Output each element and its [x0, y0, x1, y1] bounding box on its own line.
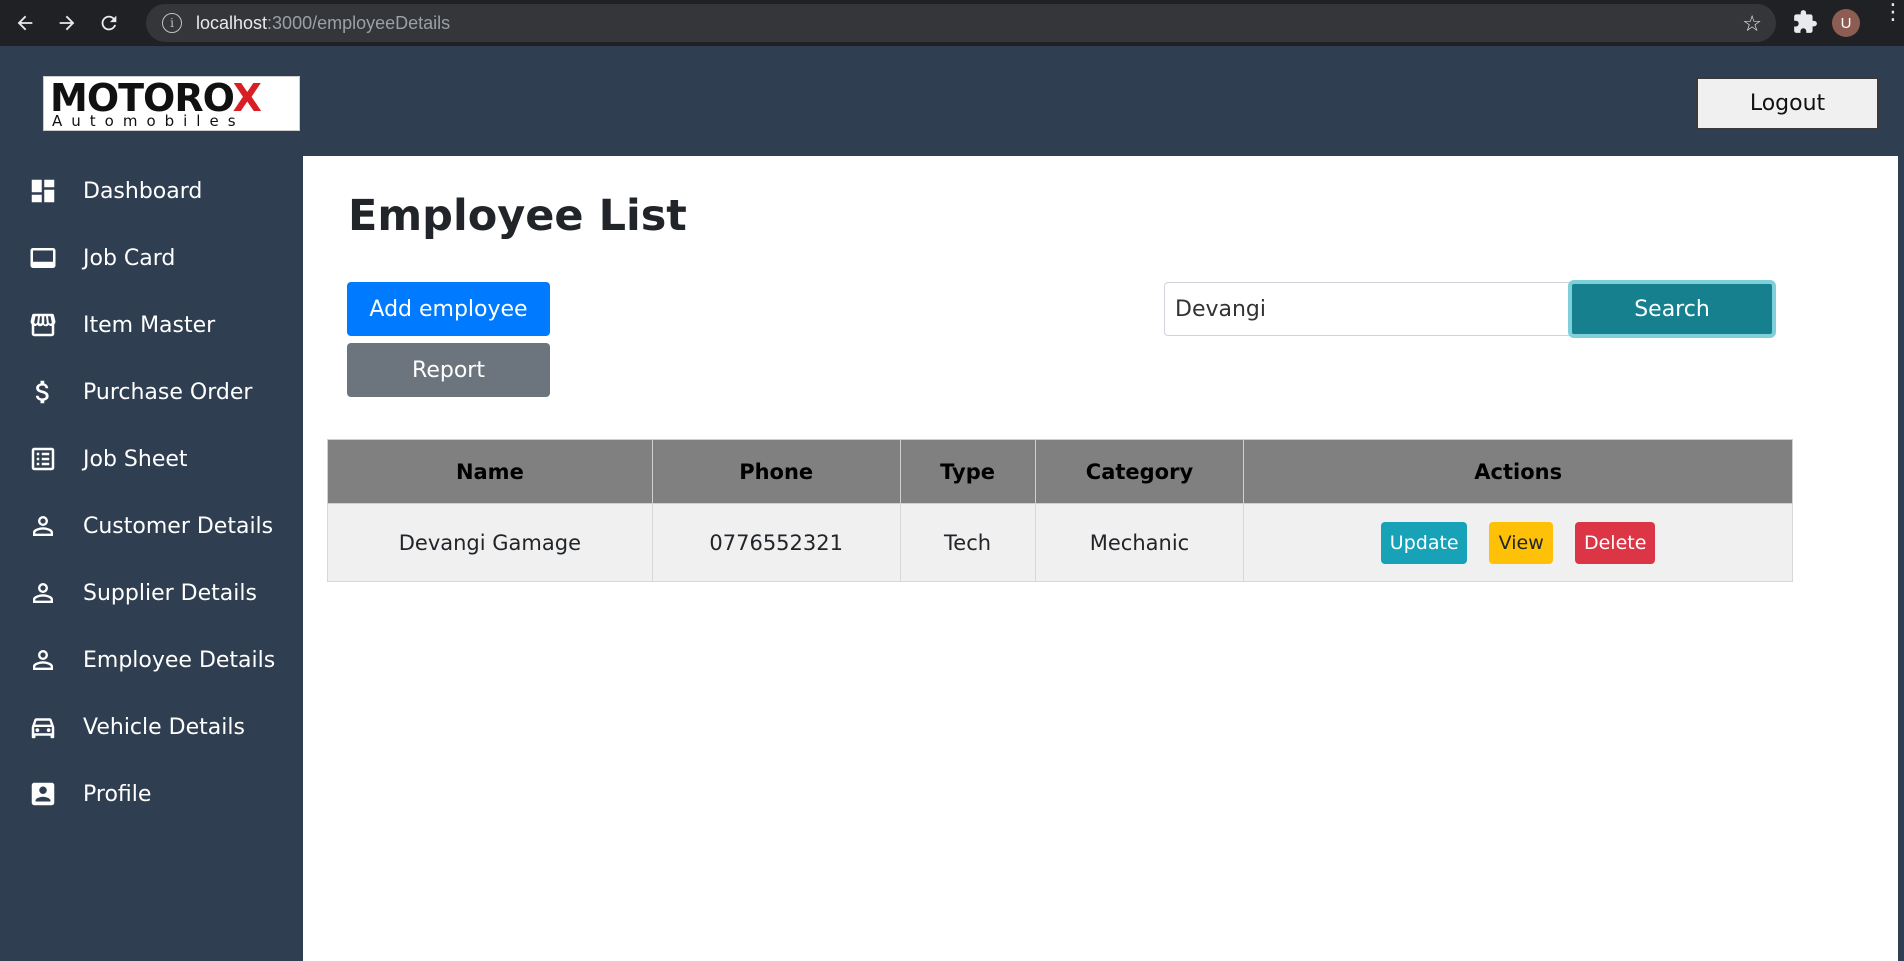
store-icon [28, 310, 58, 340]
sidebar-item-label: Job Sheet [83, 446, 188, 472]
kebab-menu-icon[interactable]: ⋮ [1882, 2, 1904, 24]
table-row: Devangi Gamage 0776552321 Tech Mechanic … [327, 503, 1793, 582]
sidebar-item-label: Job Card [83, 245, 176, 271]
sidebar-item-vehicle-details[interactable]: Vehicle Details [0, 702, 303, 752]
sidebar-item-label: Customer Details [83, 513, 274, 539]
sidebar-item-label: Supplier Details [83, 580, 257, 606]
dashboard-icon [28, 176, 58, 206]
column-header-category: Category [1034, 439, 1245, 504]
list-icon [28, 444, 58, 474]
app-header: MOTOROX Automobiles Logout [0, 46, 1904, 156]
sidebar-item-label: Dashboard [83, 178, 203, 204]
sidebar-item-label: Employee Details [83, 647, 276, 673]
back-arrow-icon[interactable] [8, 6, 42, 40]
cell-category: Mechanic [1034, 503, 1245, 582]
dollar-icon [28, 377, 58, 407]
url-text: localhost:3000/employeeDetails [196, 13, 450, 34]
card-icon [28, 243, 58, 273]
profile-avatar[interactable]: U [1832, 9, 1860, 37]
search-button[interactable]: Search [1568, 280, 1776, 338]
person-icon [28, 511, 58, 541]
car-icon [28, 712, 58, 742]
logout-button[interactable]: Logout [1696, 77, 1879, 130]
address-bar[interactable]: i localhost:3000/employeeDetails ☆ [146, 4, 1776, 42]
url-path: :3000/employeeDetails [267, 12, 451, 33]
info-icon[interactable]: i [162, 13, 182, 33]
sidebar-item-customer-details[interactable]: Customer Details [0, 501, 303, 551]
view-button[interactable]: View [1489, 521, 1554, 564]
extensions-puzzle-icon[interactable] [1792, 9, 1818, 35]
forward-arrow-icon[interactable] [50, 6, 84, 40]
page-scrollbar[interactable] [1898, 46, 1904, 961]
sidebar-item-item-master[interactable]: Item Master [0, 300, 303, 350]
cell-phone: 0776552321 [651, 503, 901, 582]
profile-icon [28, 779, 58, 809]
column-header-name: Name [327, 439, 653, 504]
delete-button[interactable]: Delete [1575, 521, 1656, 564]
add-employee-button[interactable]: Add employee [347, 282, 550, 336]
browser-toolbar: i localhost:3000/employeeDetails ☆ U ⋮ [0, 0, 1904, 46]
cell-actions: Update View Delete [1243, 503, 1793, 582]
update-button[interactable]: Update [1381, 521, 1468, 564]
sidebar-item-job-sheet[interactable]: Job Sheet [0, 434, 303, 484]
logo-subtitle: Automobiles [52, 112, 245, 130]
sidebar-item-label: Item Master [83, 312, 216, 338]
column-header-actions: Actions [1243, 439, 1793, 504]
search-input[interactable] [1164, 282, 1570, 336]
sidebar-item-dashboard[interactable]: Dashboard [0, 166, 303, 216]
main-content: Employee List Add employee Report Search… [303, 156, 1898, 961]
column-header-phone: Phone [651, 439, 901, 504]
report-button[interactable]: Report [347, 343, 550, 397]
motorox-logo: MOTOROX Automobiles [43, 76, 300, 131]
cell-type: Tech [899, 503, 1036, 582]
sidebar-item-purchase-order[interactable]: Purchase Order [0, 367, 303, 417]
sidebar-item-label: Profile [83, 781, 152, 807]
column-header-type: Type [899, 439, 1036, 504]
sidebar-item-label: Purchase Order [83, 379, 253, 405]
reload-icon[interactable] [92, 6, 126, 40]
bookmark-star-icon[interactable]: ☆ [1742, 12, 1762, 37]
sidebar-item-employee-details[interactable]: Employee Details [0, 635, 303, 685]
sidebar-item-job-card[interactable]: Job Card [0, 233, 303, 283]
page-title: Employee List [348, 191, 687, 241]
sidebar-item-profile[interactable]: Profile [0, 769, 303, 819]
cell-name: Devangi Gamage [327, 503, 653, 582]
table-header-row: Name Phone Type Category Actions [327, 439, 1793, 504]
person-icon [28, 645, 58, 675]
url-host: localhost [196, 12, 268, 33]
sidebar: Dashboard Job Card Item Master Purchase … [0, 156, 303, 961]
employee-table: Name Phone Type Category Actions Devangi… [327, 439, 1793, 582]
sidebar-item-supplier-details[interactable]: Supplier Details [0, 568, 303, 618]
sidebar-item-label: Vehicle Details [83, 714, 245, 740]
person-icon [28, 578, 58, 608]
